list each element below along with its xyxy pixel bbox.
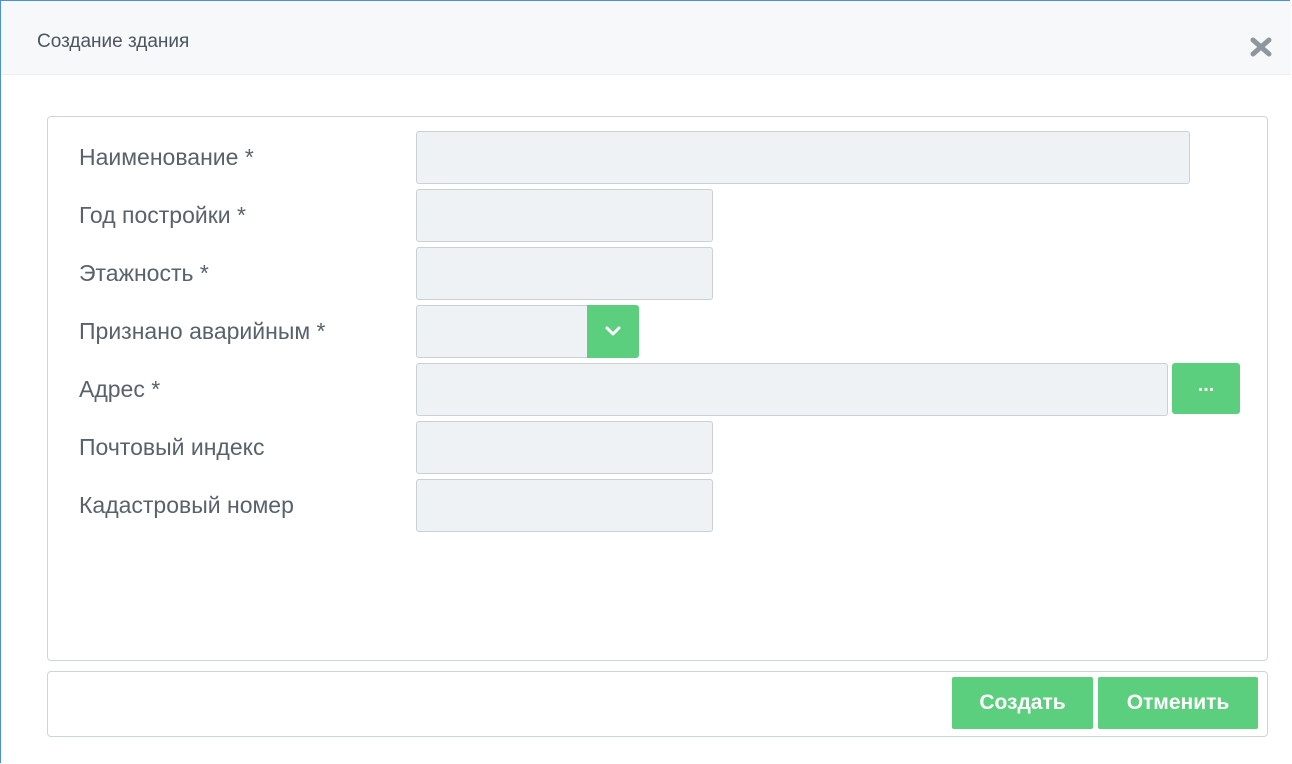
address-label: Адрес *: [79, 376, 161, 402]
name-label: Наименование *: [79, 144, 254, 170]
create-button[interactable]: Создать: [952, 677, 1093, 729]
dialog-title: Создание здания: [37, 31, 190, 52]
cadastral-number-label: Кадастровый номер: [79, 492, 294, 518]
chevron-down-icon: [605, 326, 621, 336]
floors-label: Этажность *: [79, 260, 209, 286]
address-input[interactable]: [416, 363, 1168, 416]
emergency-label: Признано аварийным *: [79, 318, 326, 344]
build-year-input[interactable]: [416, 189, 713, 242]
close-icon: [1250, 37, 1272, 57]
floors-input[interactable]: [416, 247, 713, 300]
postal-code-input[interactable]: [416, 421, 713, 474]
create-building-dialog: Создание здания Наименование * Год постр…: [0, 0, 1291, 763]
postal-code-label: Почтовый индекс: [79, 434, 265, 460]
name-input[interactable]: [416, 131, 1190, 184]
cadastral-number-input[interactable]: [416, 479, 713, 532]
dialog-title-bar: Создание здания: [1, 1, 1291, 75]
build-year-label: Год постройки *: [79, 202, 246, 228]
emergency-select[interactable]: [416, 305, 588, 358]
close-button[interactable]: [1248, 34, 1274, 60]
emergency-dropdown-button[interactable]: [587, 305, 639, 358]
address-picker-button[interactable]: ...: [1172, 363, 1240, 414]
cancel-button[interactable]: Отменить: [1098, 677, 1258, 729]
